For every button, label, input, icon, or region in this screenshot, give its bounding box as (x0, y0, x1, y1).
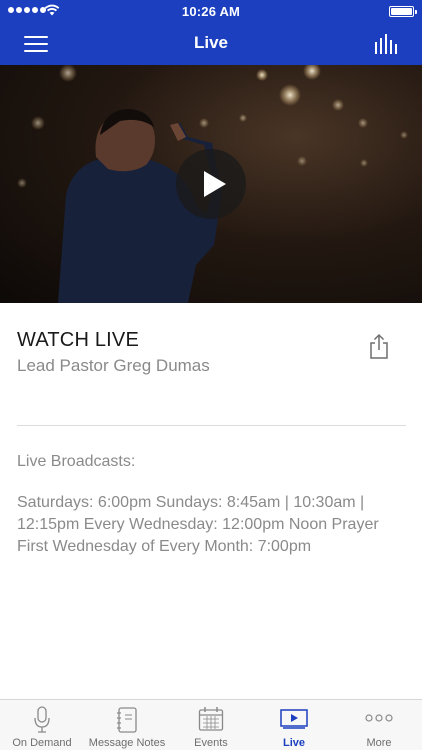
calendar-icon (198, 707, 224, 731)
schedule-line: First Wednesday of Every Month: 7:00pm (17, 538, 312, 555)
tab-more[interactable]: More (336, 700, 422, 750)
video-play-icon (280, 709, 308, 729)
tab-events[interactable]: Events (170, 700, 252, 750)
live-broadcasts-heading: Live Broadcasts: (17, 453, 136, 470)
section-divider (17, 425, 406, 426)
tab-message-notes[interactable]: Message Notes (84, 700, 170, 750)
share-icon[interactable] (368, 333, 390, 360)
tab-bar: On Demand Message Notes Events Live More (0, 699, 422, 750)
watch-live-title: WATCH LIVE (17, 329, 140, 351)
notebook-icon (117, 707, 137, 733)
page-title: Live (193, 33, 229, 52)
tab-label: Message Notes (88, 737, 166, 749)
header-bar: 10:26 AM Live (0, 0, 422, 65)
broadcast-schedule: Saturdays: 6:00pm Sundays: 8:45am | 10:3… (17, 492, 412, 558)
schedule-line: 12:15pm Every Wednesday: 12:00pm Noon Pr… (17, 516, 379, 533)
battery-icon (389, 6, 417, 17)
status-time: 10:26 AM (181, 4, 241, 19)
tab-live[interactable]: Live (252, 700, 336, 750)
tab-label: Live (282, 737, 305, 749)
tab-label: More (366, 737, 392, 749)
status-bar: 10:26 AM (0, 0, 422, 22)
schedule-line: Saturdays: 6:00pm Sundays: 8:45am | 10:3… (17, 494, 365, 511)
play-button[interactable] (176, 149, 246, 219)
tab-label: On Demand (12, 737, 72, 749)
microphone-icon (34, 706, 50, 733)
tab-label: Events (194, 737, 228, 749)
live-video-player[interactable] (0, 65, 422, 303)
tab-on-demand[interactable]: On Demand (0, 700, 84, 750)
pastor-name: Lead Pastor Greg Dumas (17, 356, 210, 375)
more-dots-icon (365, 714, 393, 722)
audio-levels-icon[interactable] (374, 34, 398, 54)
